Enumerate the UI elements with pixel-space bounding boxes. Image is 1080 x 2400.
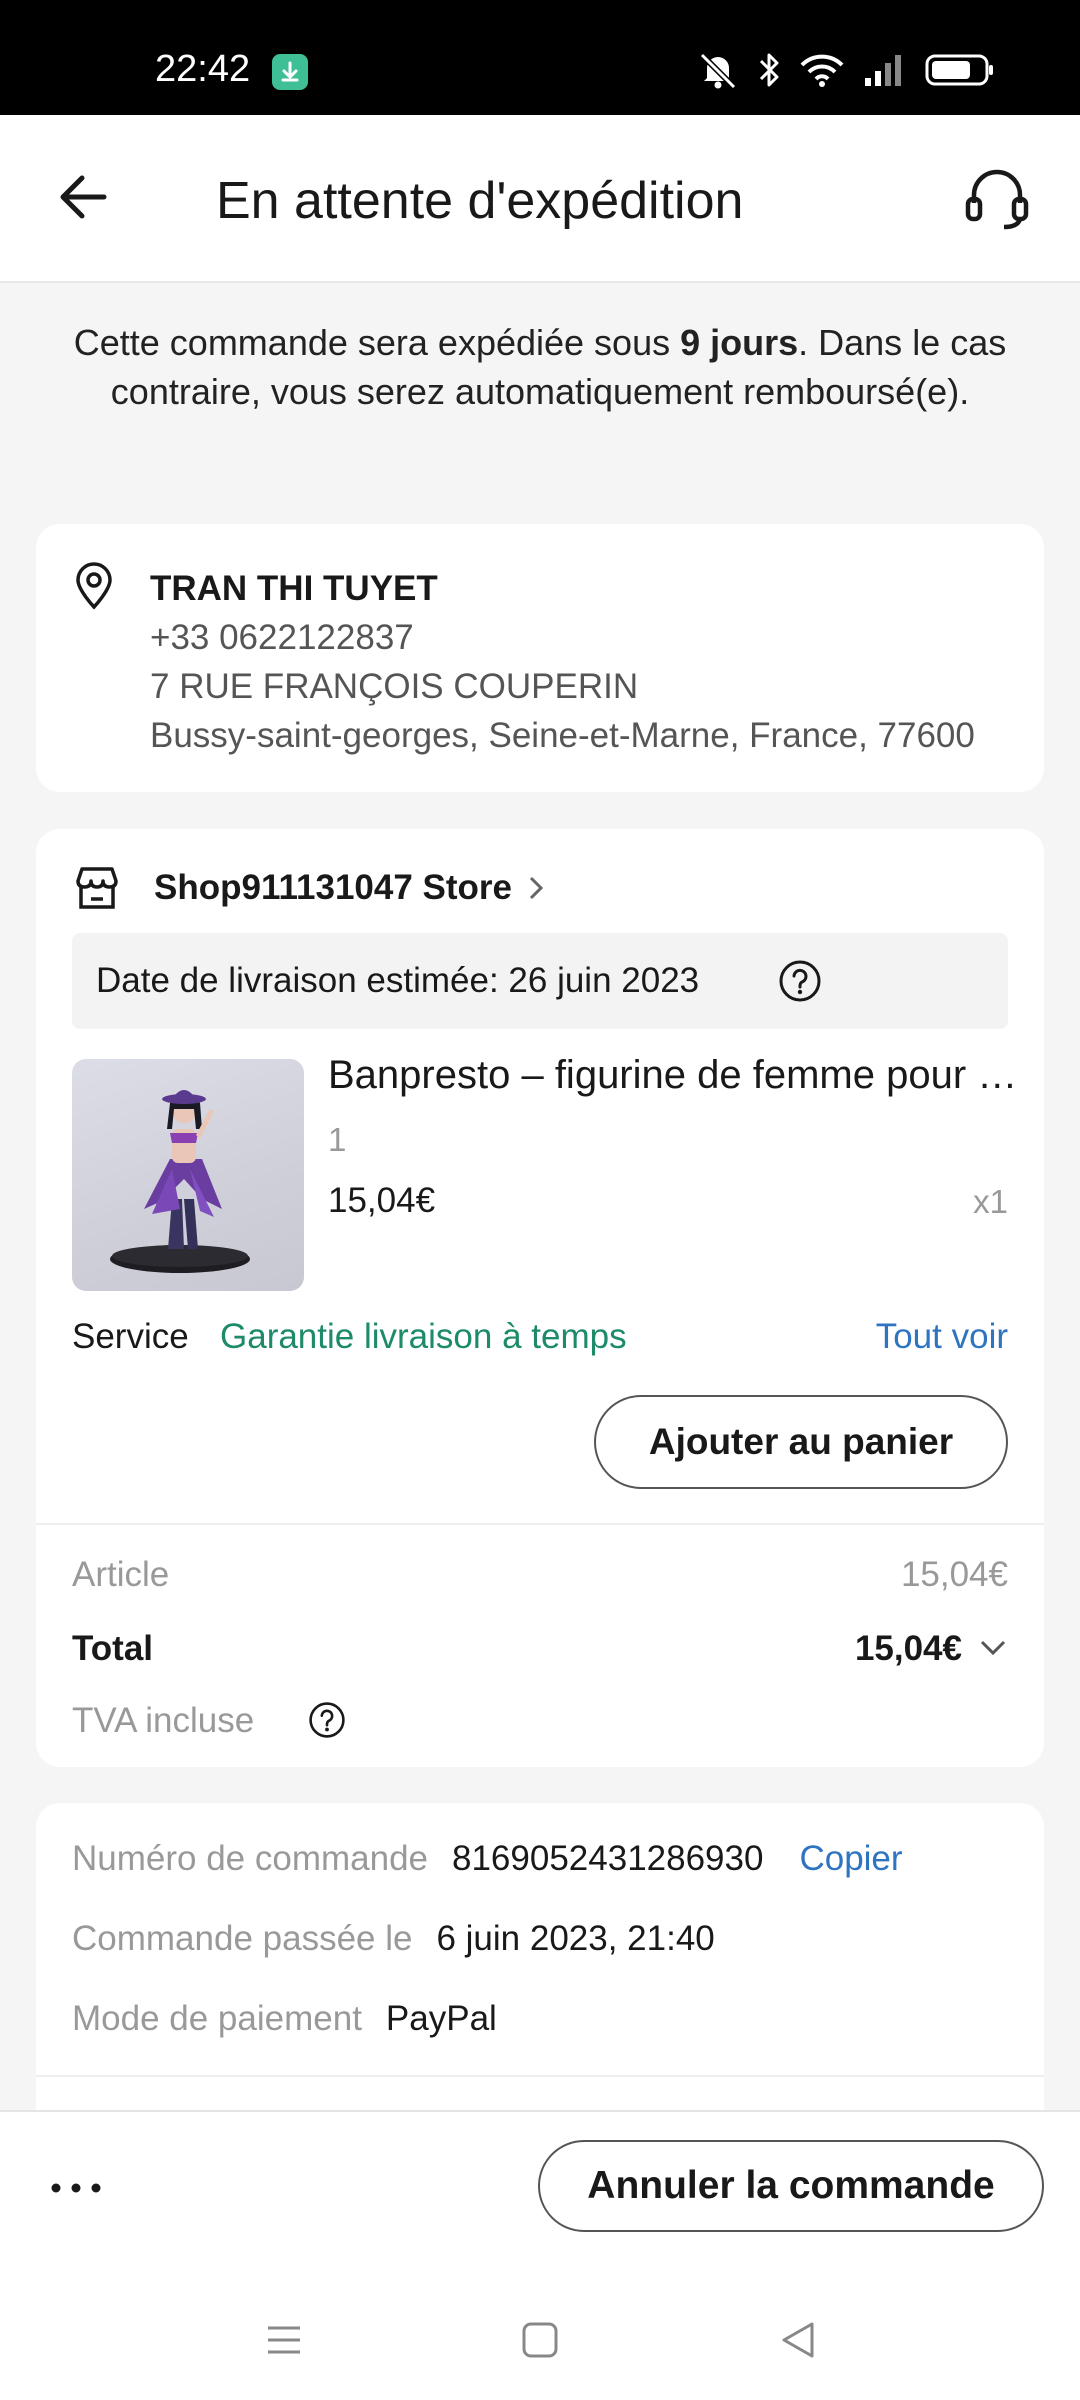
status-time: 22:42 <box>155 48 251 90</box>
order-number-value: 8169052431286930 <box>452 1839 764 1878</box>
copy-button[interactable]: Copier <box>799 1839 902 1879</box>
payment-value: PayPal <box>385 1999 497 2038</box>
delivery-estimate-text: Date de livraison estimée: 26 juin 2023 <box>96 961 700 1000</box>
top-bar: En attente d'expédition <box>0 115 1080 283</box>
add-to-cart-button[interactable]: Ajouter au panier <box>594 1395 1008 1489</box>
product-quantity: x1 <box>973 1183 1008 1220</box>
order-date-row: Commande passée le 6 juin 2023, 21:40 <box>72 1919 715 1959</box>
payment-row: Mode de paiement PayPal <box>72 1999 497 2039</box>
address-city: Bussy-saint-georges, Seine-et-Marne, Fra… <box>150 716 975 755</box>
help-circle-icon[interactable] <box>778 959 822 1003</box>
download-notification-icon <box>272 54 308 90</box>
product-title[interactable]: Banpresto – figurine de femme pour colle… <box>328 1053 1018 1098</box>
help-circle-icon[interactable] <box>308 1701 346 1739</box>
mute-icon <box>699 52 737 90</box>
address-card[interactable]: TRAN THI TUYET +33 0622122837 7 RUE FRAN… <box>36 524 1044 792</box>
service-label: Service <box>72 1317 189 1356</box>
product-variant: 1 <box>328 1121 347 1158</box>
article-value: 15,04€ <box>900 1555 1008 1594</box>
store-name[interactable]: Shop911131047 Store <box>154 868 512 908</box>
tva-label: TVA incluse <box>72 1701 255 1740</box>
battery-icon <box>925 54 993 86</box>
see-all-link[interactable]: Tout voir <box>876 1317 1008 1357</box>
address-street: 7 RUE FRANÇOIS COUPERIN <box>150 667 639 706</box>
system-nav-bar <box>0 2282 1080 2400</box>
product-image[interactable] <box>72 1059 304 1291</box>
headset-icon[interactable] <box>962 163 1032 233</box>
shipping-notice: Cette commande sera expédiée sous 9 jour… <box>60 318 1020 416</box>
location-pin-icon <box>76 562 112 610</box>
back-triangle-icon[interactable] <box>776 2318 820 2362</box>
arrow-left-icon[interactable] <box>52 165 116 229</box>
product-price: 15,04€ <box>328 1181 436 1220</box>
store-icon <box>76 867 118 909</box>
order-number-label: Numéro de commande <box>72 1839 428 1878</box>
cancel-order-button[interactable]: Annuler la commande <box>538 2140 1044 2232</box>
chevron-down-icon[interactable] <box>978 1637 1008 1659</box>
bluetooth-icon <box>759 53 779 87</box>
order-date-value: 6 juin 2023, 21:40 <box>436 1919 715 1958</box>
order-info-card: Numéro de commande 8169052431286930 Copi… <box>36 1803 1044 2133</box>
order-card: Shop911131047 Store Date de livraison es… <box>36 829 1044 1767</box>
store-link[interactable]: Shop911131047 Store <box>72 863 546 913</box>
order-date-label: Commande passée le <box>72 1919 413 1958</box>
divider <box>36 2075 1044 2077</box>
article-label: Article <box>72 1555 170 1594</box>
payment-label: Mode de paiement <box>72 1999 362 2038</box>
chevron-right-icon <box>529 876 544 900</box>
notice-text: Cette commande sera expédiée sous <box>73 322 681 363</box>
more-options-icon[interactable] <box>48 2178 104 2198</box>
delivery-estimate: Date de livraison estimée: 26 juin 2023 <box>72 933 1008 1029</box>
page-title: En attente d'expédition <box>216 172 744 230</box>
recipient-name: TRAN THI TUYET <box>150 569 438 608</box>
recipient-phone: +33 0622122837 <box>150 618 414 657</box>
total-label: Total <box>72 1629 154 1668</box>
divider <box>36 1523 1044 1525</box>
order-number-row: Numéro de commande 8169052431286930 Copi… <box>72 1839 903 1879</box>
menu-icon[interactable] <box>262 2318 306 2362</box>
total-value: 15,04€ <box>854 1629 962 1668</box>
service-value: Garantie livraison à temps <box>220 1317 627 1356</box>
bottom-action-bar: Annuler la commande <box>0 2110 1080 2400</box>
notice-days: 9 jours <box>680 322 799 363</box>
status-bar: 22:42 <box>0 0 1080 115</box>
home-square-icon[interactable] <box>518 2318 562 2362</box>
wifi-icon <box>800 54 844 87</box>
signal-icon <box>865 55 901 86</box>
